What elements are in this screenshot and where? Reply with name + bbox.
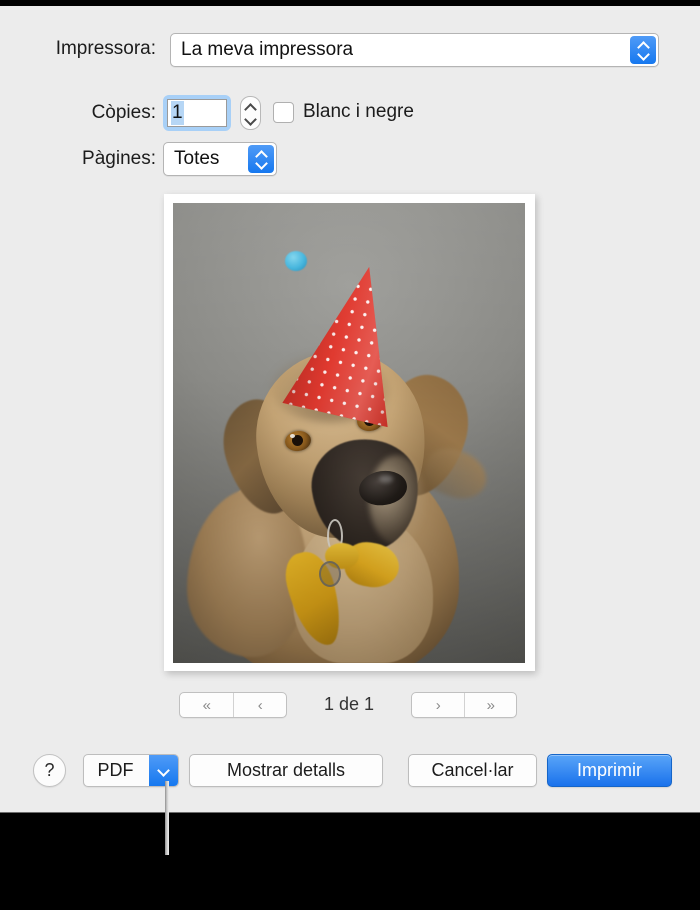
- print-dialog: Impressora: La meva impressora Còpies: 1…: [0, 6, 700, 813]
- stepper-up-icon[interactable]: [245, 104, 256, 111]
- help-button[interactable]: ?: [33, 754, 66, 787]
- pages-label: Pàgines:: [82, 148, 156, 169]
- print-button[interactable]: Imprimir: [547, 754, 672, 787]
- copies-stepper[interactable]: [240, 96, 261, 130]
- pages-popup-button[interactable]: Totes: [163, 142, 277, 176]
- pdf-button-callout-line: [165, 781, 169, 855]
- preview-nav-back-group[interactable]: « ‹: [179, 692, 287, 718]
- last-page-button[interactable]: »: [463, 693, 517, 717]
- pdf-button-label: PDF: [97, 760, 134, 780]
- chevron-down-glyph: [158, 767, 169, 774]
- photo-vignette: [173, 203, 525, 663]
- printer-selected-value: La meva impressora: [181, 39, 354, 60]
- copies-input[interactable]: 1: [167, 99, 227, 127]
- pages-selected-value: Totes: [174, 148, 220, 169]
- next-page-button[interactable]: ›: [412, 693, 464, 717]
- previous-page-button[interactable]: ‹: [232, 693, 287, 717]
- black-and-white-checkbox[interactable]: [273, 102, 294, 123]
- copies-input-value: 1: [171, 101, 184, 125]
- black-and-white-label: Blanc i negre: [303, 101, 414, 122]
- dog-with-party-hat-photo: [173, 203, 525, 663]
- preview-nav-forward-group[interactable]: › »: [411, 692, 517, 718]
- bottom-black-area: [0, 813, 700, 910]
- printer-label: Impressora:: [55, 38, 156, 59]
- copies-label: Còpies:: [91, 102, 156, 123]
- chevron-down-glyph: [256, 160, 267, 167]
- chevron-down-glyph: [638, 51, 649, 58]
- show-details-button[interactable]: Mostrar detalls: [189, 754, 383, 787]
- chevron-down-icon[interactable]: [149, 755, 178, 786]
- first-page-button[interactable]: «: [180, 693, 233, 717]
- chevron-up-down-icon[interactable]: [248, 145, 274, 173]
- cancel-button[interactable]: Cancel·lar: [408, 754, 537, 787]
- printer-popup-button[interactable]: La meva impressora: [170, 33, 659, 67]
- page-indicator: 1 de 1: [323, 694, 375, 714]
- stepper-down-icon[interactable]: [245, 116, 256, 123]
- print-preview-page: [164, 194, 535, 671]
- chevron-up-down-icon[interactable]: [630, 36, 656, 64]
